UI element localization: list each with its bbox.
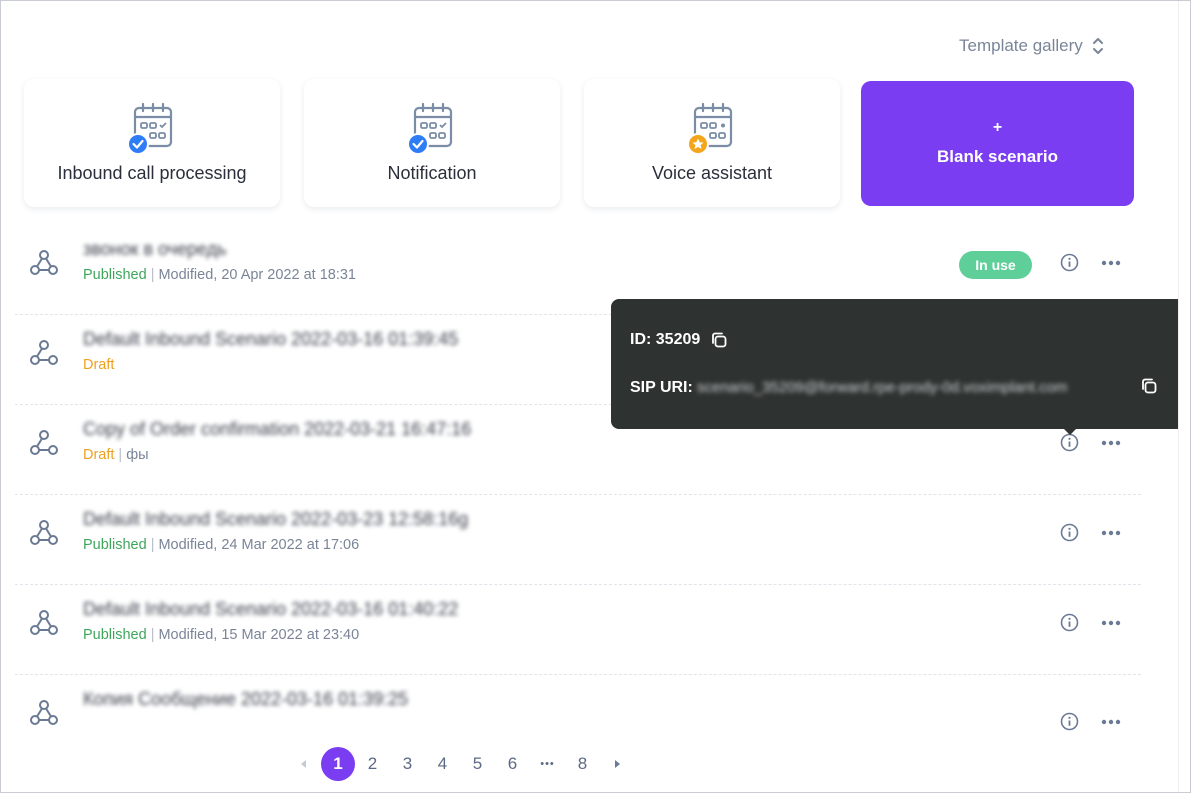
table-row[interactable]: Default Inbound Scenario 2022-03-16 01:4… <box>15 585 1141 675</box>
more-icon[interactable] <box>1100 439 1122 447</box>
info-icon[interactable] <box>1060 712 1079 731</box>
more-icon[interactable] <box>1100 259 1122 267</box>
page-button-6[interactable]: 6 <box>495 754 530 774</box>
modified-date: Modified, 20 Apr 2022 at 18:31 <box>158 267 356 283</box>
info-icon[interactable] <box>1060 253 1079 272</box>
status-published: Published <box>83 537 147 553</box>
status-draft: Draft <box>83 357 115 373</box>
tooltip-arrow <box>1062 427 1078 435</box>
page-button-8[interactable]: 8 <box>565 754 600 774</box>
flow-icon <box>30 610 58 635</box>
more-icon[interactable] <box>1100 619 1122 627</box>
scenario-meta: Published | Modified, 24 Mar 2022 at 17:06 <box>83 537 360 553</box>
info-icon[interactable] <box>1060 433 1079 452</box>
info-icon[interactable] <box>1060 523 1079 542</box>
template-card-voice-assistant[interactable]: Voice assistant <box>584 79 840 207</box>
pagination: 1 2 3 4 5 6 ••• 8 <box>297 747 624 781</box>
scenario-name[interactable]: Default Inbound Scenario 2022-03-16 01:4… <box>83 599 458 620</box>
scenario-description: фы <box>126 447 149 463</box>
page-button-1[interactable]: 1 <box>321 747 355 781</box>
more-icon[interactable] <box>1100 529 1122 537</box>
page-button-3[interactable]: 3 <box>390 754 425 774</box>
chevron-updown-icon <box>1092 38 1103 54</box>
page-button-2[interactable]: 2 <box>355 754 390 774</box>
template-card-notification[interactable]: Notification <box>304 79 560 207</box>
prev-page-icon[interactable] <box>297 757 311 771</box>
copy-icon[interactable] <box>1140 377 1158 395</box>
calendar-icon <box>127 103 173 155</box>
info-icon[interactable] <box>1060 613 1079 632</box>
page-button-4[interactable]: 4 <box>425 754 460 774</box>
scenario-id: ID: 35209 <box>630 331 701 348</box>
template-gallery-label: Template gallery <box>959 36 1083 55</box>
calendar-icon <box>407 103 453 155</box>
more-icon[interactable] <box>1100 718 1122 726</box>
flow-icon <box>30 340 58 365</box>
table-row[interactable]: Копия Сообщение 2022-03-16 01:39:25 <box>15 675 1141 733</box>
template-gallery-toggle[interactable]: Template gallery <box>959 34 1105 58</box>
status-draft: Draft <box>83 447 115 463</box>
template-title: Notification <box>387 163 477 183</box>
scrollbar[interactable] <box>1178 1 1190 792</box>
flow-icon <box>30 700 58 725</box>
table-row[interactable]: Default Inbound Scenario 2022-03-23 12:5… <box>15 495 1141 585</box>
flow-icon <box>30 430 58 455</box>
blank-scenario-label: Blank scenario <box>937 147 1058 166</box>
scenario-name[interactable]: звонок в очередь <box>83 239 227 260</box>
flow-icon <box>30 250 58 275</box>
scenario-meta: Published | Modified, 15 Mar 2022 at 23:40 <box>83 627 360 643</box>
scenario-meta: Draft | фы <box>83 447 149 463</box>
page-button-5[interactable]: 5 <box>460 754 495 774</box>
modified-date: Modified, 15 Mar 2022 at 23:40 <box>158 627 360 643</box>
template-title: Voice assistant <box>651 163 773 183</box>
calendar-icon <box>687 103 733 155</box>
next-page-icon[interactable] <box>610 757 624 771</box>
modified-date: Modified, 24 Mar 2022 at 17:06 <box>158 537 360 553</box>
tooltip-id-line: ID: 35209 <box>630 331 728 349</box>
scenario-meta: Draft <box>83 357 114 373</box>
scenario-name[interactable]: Default Inbound Scenario 2022-03-23 12:5… <box>83 509 468 530</box>
scenario-name[interactable]: Копия Сообщение 2022-03-16 01:39:25 <box>83 689 408 710</box>
template-title: Inbound call processing <box>57 163 247 183</box>
sip-uri-label: SIP URI: <box>630 379 693 396</box>
sip-uri-value: scenario_35209@forward.rpe-prody-0d.voxi… <box>697 379 1068 396</box>
scenario-name[interactable]: Default Inbound Scenario 2022-03-16 01:3… <box>83 329 458 350</box>
blank-scenario-button[interactable]: + Blank scenario <box>861 81 1134 206</box>
status-badge: In use <box>959 251 1032 279</box>
plus-icon: + <box>992 119 1003 136</box>
scenario-info-tooltip: ID: 35209 SIP URI: scenario_35209@forwar… <box>611 299 1187 435</box>
status-published: Published <box>83 267 147 283</box>
flow-icon <box>30 520 58 545</box>
template-card-inbound[interactable]: Inbound call processing <box>24 79 280 207</box>
scenario-meta: Published | Modified, 20 Apr 2022 at 18:31 <box>83 267 356 283</box>
app-window: Template gallery Inbound call processing <box>0 0 1191 793</box>
page-ellipsis[interactable]: ••• <box>530 758 565 770</box>
status-published: Published <box>83 627 147 643</box>
copy-icon[interactable] <box>710 331 728 349</box>
scenario-name[interactable]: Copy of Order confirmation 2022-03-21 16… <box>83 419 471 440</box>
